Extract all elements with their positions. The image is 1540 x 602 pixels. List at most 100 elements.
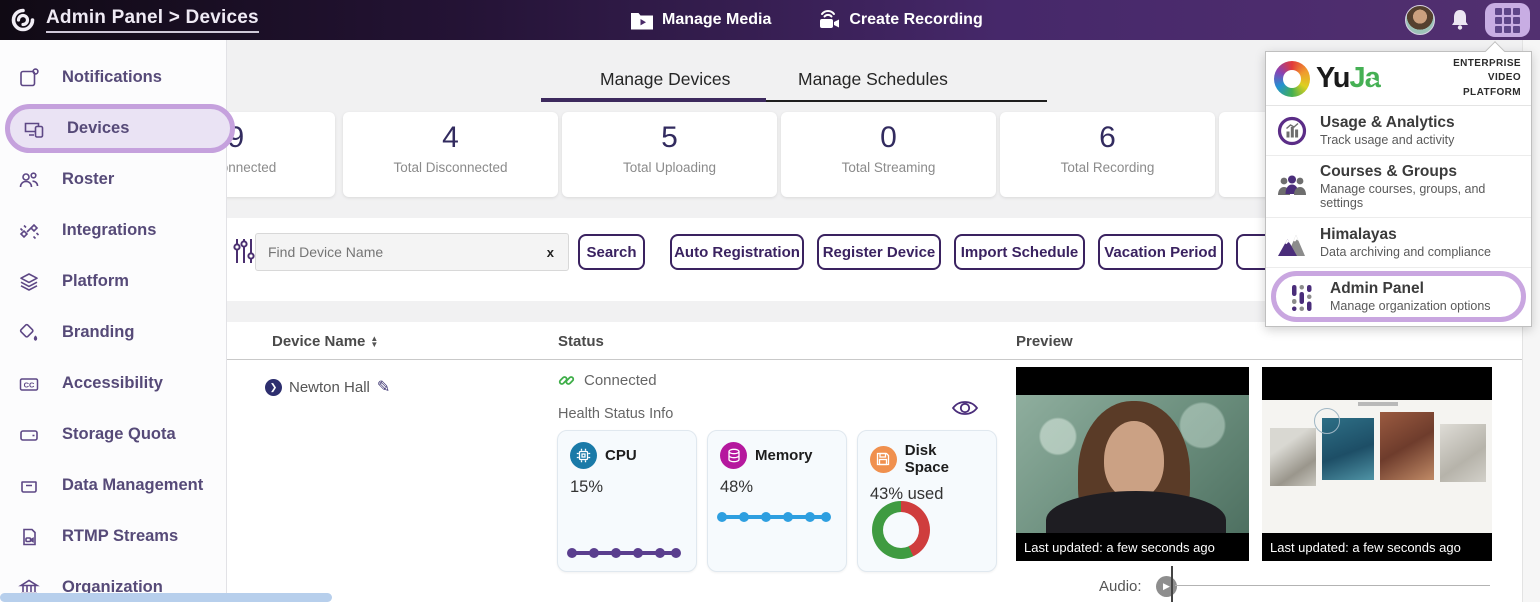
apps-menu-item-text: Admin Panel Manage organization options: [1330, 280, 1491, 313]
tagline-line: VIDEO: [1453, 71, 1521, 86]
stat-label: Total Recording: [1000, 160, 1215, 175]
sidebar-item-rtmp-streams[interactable]: RTMP Streams: [0, 511, 226, 562]
clear-search-button[interactable]: x: [547, 245, 568, 260]
health-status-info-label: Health Status Info: [558, 406, 673, 422]
avatar[interactable]: [1405, 5, 1435, 35]
stat-card-total-uploading: 5 Total Uploading: [562, 112, 777, 197]
eye-icon[interactable]: [951, 398, 979, 418]
device-status: Connected: [558, 372, 657, 389]
memory-icon: [720, 442, 747, 469]
manage-media-icon: [630, 11, 654, 30]
register-device-button[interactable]: Register Device: [817, 234, 941, 270]
courses-groups-icon: [1276, 173, 1308, 201]
sidebar-item-label: RTMP Streams: [62, 527, 178, 546]
tagline-line: ENTERPRISE: [1453, 57, 1521, 72]
sidebar-item-data-management[interactable]: Data Management: [0, 460, 226, 511]
svg-text:CC: CC: [24, 380, 35, 389]
usage-analytics-icon: [1276, 116, 1308, 146]
accessibility-cc-icon: CC: [18, 373, 40, 395]
sidebar-item-branding[interactable]: Branding: [0, 307, 226, 358]
filter-icon[interactable]: [233, 237, 255, 265]
brand-prefix: Yu: [1316, 62, 1349, 94]
tab-strip-underline: [766, 100, 1047, 102]
sidebar-item-roster[interactable]: Roster: [0, 154, 226, 205]
apps-menu-item-subtitle: Track usage and activity: [1320, 133, 1455, 147]
topbar-right: [1405, 0, 1530, 40]
cpu-icon: [570, 442, 597, 469]
disk-usage-donut: [872, 501, 930, 559]
storage-quota-icon: [18, 424, 40, 446]
preview-thumbnail-camera[interactable]: Last updated: a few seconds ago: [1016, 367, 1249, 561]
search-button[interactable]: Search: [578, 234, 645, 270]
status-text: Connected: [584, 372, 657, 389]
sidebar-item-accessibility[interactable]: CC Accessibility: [0, 358, 226, 409]
sidebar-item-label: Notifications: [62, 68, 162, 87]
tab-manage-devices[interactable]: Manage Devices: [600, 69, 730, 90]
apps-menu-item-admin-panel[interactable]: Admin Panel Manage organization options: [1271, 271, 1526, 322]
tagline-line: PLATFORM: [1453, 86, 1521, 101]
apps-grid-icon: [1495, 8, 1520, 33]
device-row-name: ❯ Newton Hall ✎: [265, 377, 390, 397]
column-header-status: Status: [558, 333, 604, 350]
yuja-color-swirl-icon: [1274, 61, 1310, 97]
edit-pencil-icon[interactable]: ✎: [377, 377, 390, 397]
sidebar-item-platform[interactable]: Platform: [0, 256, 226, 307]
branding-icon: [18, 322, 40, 344]
sort-icon[interactable]: ▲▼: [370, 336, 378, 349]
sidebar-item-devices[interactable]: Devices: [5, 104, 235, 153]
apps-menu-item-subtitle: Manage organization options: [1330, 299, 1491, 313]
apps-menu-item-text: Usage & Analytics Track usage and activi…: [1320, 114, 1455, 147]
health-card-disk-space: Disk Space 43% used: [857, 430, 997, 572]
search-input[interactable]: [256, 244, 547, 260]
himalayas-icon: [1276, 229, 1308, 257]
memory-sparkline: [716, 507, 832, 527]
stat-value: 0: [781, 121, 996, 155]
manage-media-button[interactable]: Manage Media: [630, 11, 771, 30]
preview-thumbnail-screen[interactable]: Last updated: a few seconds ago: [1262, 367, 1492, 561]
camera-preview-image: [1016, 367, 1249, 533]
apps-menu-item-title: Usage & Analytics: [1320, 114, 1455, 132]
apps-menu-item-title: Courses & Groups: [1320, 163, 1521, 181]
audio-level-track: [1175, 585, 1490, 586]
preview-caption: Last updated: a few seconds ago: [1016, 533, 1249, 561]
sidebar-item-storage-quota[interactable]: Storage Quota: [0, 409, 226, 460]
import-schedule-button[interactable]: Import Schedule: [954, 234, 1085, 270]
stat-card-total-streaming: 0 Total Streaming: [781, 112, 996, 197]
sidebar-item-label: Branding: [62, 323, 134, 342]
integrations-icon: [18, 220, 40, 242]
vacation-period-button[interactable]: Vacation Period: [1098, 234, 1223, 270]
cpu-sparkline: [566, 543, 682, 563]
apps-menu-item-title: Admin Panel: [1330, 280, 1491, 298]
topbar: Admin Panel > Devices Manage Media: [0, 0, 1540, 40]
health-card-value: 15%: [570, 478, 684, 497]
apps-menu-item-himalayas[interactable]: Himalayas Data archiving and compliance: [1266, 218, 1531, 268]
device-name-text: Newton Hall: [289, 379, 370, 396]
link-icon: [558, 372, 575, 389]
create-recording-button[interactable]: Create Recording: [815, 9, 982, 31]
column-header-device-name[interactable]: Device Name▲▼: [272, 333, 378, 350]
tab-manage-schedules[interactable]: Manage Schedules: [798, 69, 948, 90]
rtmp-streams-icon: [18, 526, 40, 548]
sidebar-item-label: Data Management: [62, 476, 203, 495]
sidebar-item-label: Devices: [67, 119, 129, 138]
admin-panel-icon: [1286, 282, 1318, 312]
page-title: Admin Panel > Devices: [46, 7, 259, 33]
apps-grid-button[interactable]: [1485, 3, 1530, 37]
data-management-icon: [18, 475, 40, 497]
stat-value: 6: [1000, 121, 1215, 155]
sidebar-item-label: Storage Quota: [62, 425, 176, 444]
topbar-actions: Manage Media Create Recording: [630, 0, 983, 40]
sidebar-item-notifications[interactable]: Notifications: [0, 52, 226, 103]
apps-menu-item-usage-analytics[interactable]: Usage & Analytics Track usage and activi…: [1266, 106, 1531, 156]
expand-row-icon[interactable]: ❯: [265, 379, 282, 396]
auto-registration-button[interactable]: Auto Registration: [670, 234, 804, 270]
sidebar-item-label: Roster: [62, 170, 114, 189]
sidebar-item-integrations[interactable]: Integrations: [0, 205, 226, 256]
apps-menu-item-subtitle: Manage courses, groups, and settings: [1320, 182, 1521, 210]
health-card-title: Memory: [755, 447, 813, 464]
bell-icon[interactable]: [1450, 9, 1470, 31]
horizontal-scrollbar-thumb[interactable]: [0, 593, 332, 602]
health-card-cpu: CPU 15%: [557, 430, 697, 572]
play-icon[interactable]: ▶: [1156, 576, 1177, 597]
apps-menu-item-courses-groups[interactable]: Courses & Groups Manage courses, groups,…: [1266, 156, 1531, 218]
